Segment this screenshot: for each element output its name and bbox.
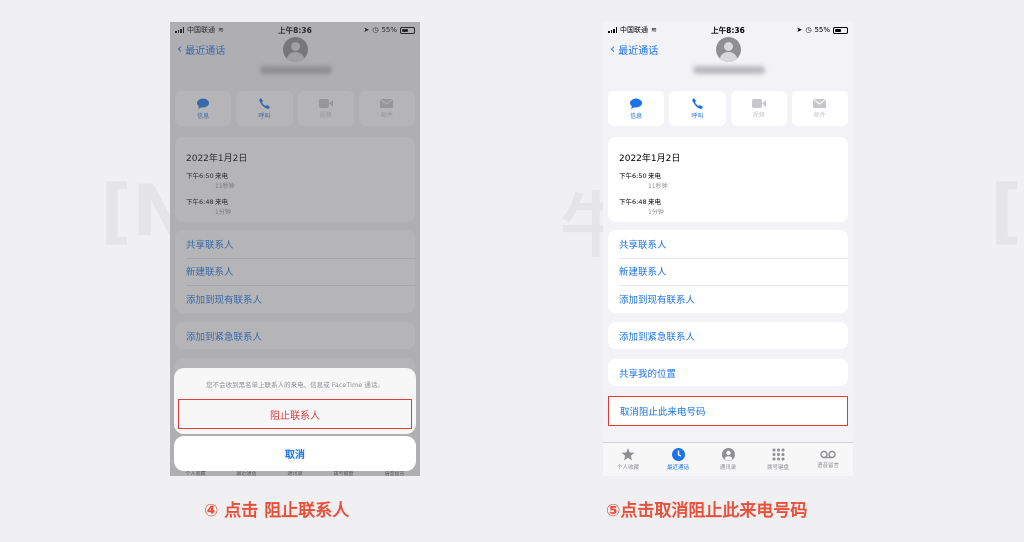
call-type: 来电 xyxy=(648,198,661,206)
phone-screenshot-unblock: 中国联通 ≋ 上午8:36 ➤ ◷ 55% ‹ 最近通话 信息 呼叫 视频 邮件… xyxy=(603,22,853,476)
contact-number-blurred xyxy=(693,66,765,74)
call-duration: 11秒钟 xyxy=(648,183,668,190)
message-label: 信息 xyxy=(630,112,643,120)
share-contact-option[interactable]: 共享联系人 xyxy=(608,230,848,258)
call-time: 下午6:48 xyxy=(619,198,647,206)
avatar xyxy=(716,37,741,62)
contacts-icon xyxy=(721,448,735,461)
add-existing-contact-option[interactable]: 添加到现有联系人 xyxy=(608,285,848,313)
video-icon xyxy=(751,98,766,108)
emergency-card: 添加到紧急联系人 xyxy=(608,322,848,349)
share-location-option[interactable]: 共享我的位置 xyxy=(608,359,848,386)
new-contact-option[interactable]: 新建联系人 xyxy=(608,257,848,286)
phone-icon xyxy=(691,97,703,109)
watermark-logo: [ xyxy=(990,170,1022,252)
video-label: 视频 xyxy=(752,111,765,119)
call-log-date: 2022年1月2日 xyxy=(619,154,681,164)
step-5-caption: ⑤点击取消阻止此来电号码 xyxy=(606,501,808,521)
tab-label: 语音留言 xyxy=(816,463,839,469)
tab-label: 通讯录 xyxy=(719,465,737,471)
phone-screenshot-block-contact: 中国联通 ≋ 上午8:36 ➤ ◷ 55% ‹ 最近通话 信息 呼叫 视频 邮件… xyxy=(170,22,420,476)
mail-icon xyxy=(813,98,827,108)
call-time: 下午6:50 xyxy=(619,172,647,180)
call-record: 下午6:48 来电 xyxy=(619,198,848,207)
message-icon xyxy=(630,98,643,109)
call-record: 下午6:50 来电 xyxy=(619,172,848,181)
star-icon xyxy=(621,448,635,461)
message-button[interactable]: 信息 xyxy=(608,91,665,126)
add-emergency-contact-option[interactable]: 添加到紧急联系人 xyxy=(608,322,848,349)
step-4-caption: ④ 点击 阻止联系人 xyxy=(204,501,350,521)
contact-actions: 信息 呼叫 视频 邮件 xyxy=(608,91,848,126)
mail-button[interactable]: 邮件 xyxy=(791,91,848,126)
action-sheet: 您不会收到黑名单上联系人的来电、信息或 FaceTime 通话。 阻止联系人 xyxy=(174,368,416,434)
call-button[interactable]: 呼叫 xyxy=(669,91,726,126)
call-duration: 1分钟 xyxy=(648,209,664,216)
tab-voicemail[interactable]: 语音留言 xyxy=(803,443,853,476)
battery-icon xyxy=(833,26,848,34)
tab-bar: 个人收藏 最近通话 通讯录 拨号键盘 语音留言 xyxy=(603,442,853,476)
call-log-card: 2022年1月2日 下午6:50 来电 11秒钟 下午6:48 来电 1分钟 xyxy=(608,137,848,222)
keypad-icon xyxy=(772,448,784,461)
tab-label: 最近通话 xyxy=(666,465,689,471)
back-label: 最近通话 xyxy=(618,46,659,57)
unblock-caller-option[interactable]: 取消阻止此来电号码 xyxy=(608,396,848,426)
action-sheet-message: 您不会收到黑名单上联系人的来电、信息或 FaceTime 通话。 xyxy=(206,381,384,389)
voicemail-icon xyxy=(820,450,836,459)
share-location-card: 共享我的位置 xyxy=(608,359,848,386)
tab-recents[interactable]: 最近通话 xyxy=(653,443,703,476)
tab-contacts[interactable]: 通讯录 xyxy=(703,443,753,476)
block-contact-button[interactable]: 阻止联系人 xyxy=(178,399,412,429)
tab-label: 拨号键盘 xyxy=(766,465,789,471)
tab-label: 个人收藏 xyxy=(616,465,639,471)
tab-favorites[interactable]: 个人收藏 xyxy=(603,443,653,476)
chevron-left-icon: ‹ xyxy=(610,41,616,57)
status-time: 上午8:36 xyxy=(711,25,745,35)
status-bar: 中国联通 ≋ 上午8:36 ➤ ◷ 55% xyxy=(603,22,853,38)
video-button[interactable]: 视频 xyxy=(730,91,787,126)
mail-label: 邮件 xyxy=(813,111,826,119)
tab-keypad[interactable]: 拨号键盘 xyxy=(753,443,803,476)
call-label: 呼叫 xyxy=(691,112,704,120)
call-type: 来电 xyxy=(648,172,661,180)
back-button[interactable]: ‹ 最近通话 xyxy=(610,41,659,58)
clock-icon xyxy=(671,448,685,461)
contact-options-card: 共享联系人 新建联系人 添加到现有联系人 xyxy=(608,230,848,313)
cancel-button[interactable]: 取消 xyxy=(174,436,416,471)
